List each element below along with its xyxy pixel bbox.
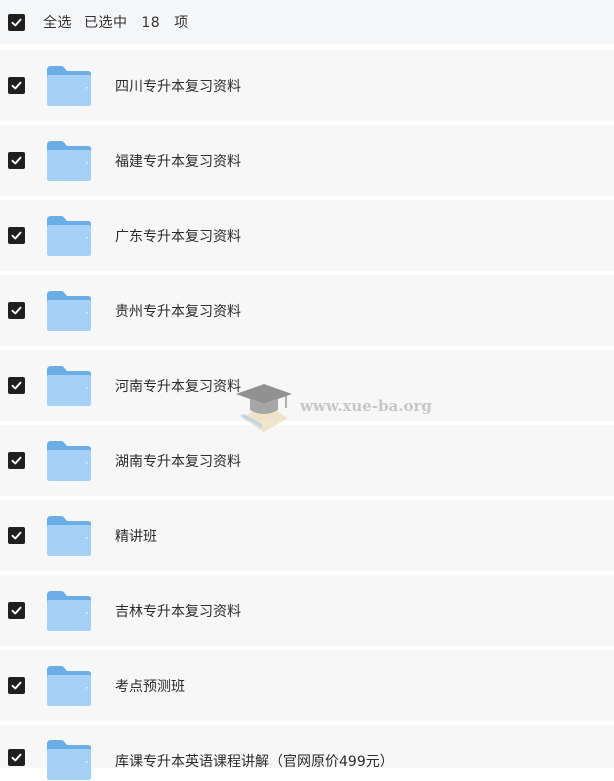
folder-icon bbox=[46, 365, 92, 407]
row-checkbox[interactable] bbox=[8, 302, 25, 319]
folder-icon bbox=[46, 215, 92, 257]
checkmark-icon bbox=[11, 381, 22, 390]
checkmark-icon bbox=[11, 306, 22, 315]
selected-count-text: 已选中 18 项 bbox=[84, 15, 189, 31]
folder-row[interactable]: 考点预测班 bbox=[0, 650, 614, 721]
row-checkbox[interactable] bbox=[8, 77, 25, 94]
folder-row[interactable]: 吉林专升本复习资料 bbox=[0, 575, 614, 646]
folder-name[interactable]: 河南专升本复习资料 bbox=[115, 376, 241, 396]
folder-row[interactable]: 福建专升本复习资料 bbox=[0, 125, 614, 196]
folder-icon bbox=[46, 590, 92, 632]
row-checkbox[interactable] bbox=[8, 749, 25, 766]
folder-row[interactable]: 湖南专升本复习资料 bbox=[0, 425, 614, 496]
checkmark-icon bbox=[11, 231, 22, 240]
folder-name[interactable]: 四川专升本复习资料 bbox=[115, 76, 241, 96]
folder-name[interactable]: 广东专升本复习资料 bbox=[115, 226, 241, 246]
folder-name[interactable]: 贵州专升本复习资料 bbox=[115, 301, 241, 321]
folder-row[interactable]: 精讲班 bbox=[0, 500, 614, 571]
folder-row[interactable]: 四川专升本复习资料 bbox=[0, 50, 614, 121]
folder-icon bbox=[46, 440, 92, 482]
checkmark-icon bbox=[11, 681, 22, 690]
checkmark-icon bbox=[11, 18, 22, 26]
folder-icon bbox=[46, 739, 92, 781]
folder-icon bbox=[46, 515, 92, 557]
row-checkbox[interactable] bbox=[8, 377, 25, 394]
checkmark-icon bbox=[11, 531, 22, 540]
folder-name[interactable]: 福建专升本复习资料 bbox=[115, 151, 241, 171]
folder-row[interactable]: 河南专升本复习资料 bbox=[0, 350, 614, 421]
checkmark-icon bbox=[11, 156, 22, 165]
folder-name[interactable]: 湖南专升本复习资料 bbox=[115, 451, 241, 471]
folder-name[interactable]: 吉林专升本复习资料 bbox=[115, 601, 241, 621]
folder-name[interactable]: 考点预测班 bbox=[115, 676, 185, 696]
row-checkbox[interactable] bbox=[8, 152, 25, 169]
checkmark-icon bbox=[11, 753, 22, 762]
row-checkbox[interactable] bbox=[8, 602, 25, 619]
folder-icon bbox=[46, 290, 92, 332]
folder-icon bbox=[46, 65, 92, 107]
folder-icon bbox=[46, 665, 92, 707]
checkmark-icon bbox=[11, 456, 22, 465]
selection-header: 全选 已选中 18 项 bbox=[0, 0, 614, 44]
folder-row[interactable]: 贵州专升本复习资料 bbox=[0, 275, 614, 346]
select-all-checkbox[interactable] bbox=[8, 13, 25, 31]
checkmark-icon bbox=[11, 606, 22, 615]
folder-name[interactable]: 库课专升本英语课程讲解（官网原价499元） bbox=[115, 751, 394, 771]
checkmark-icon bbox=[11, 81, 22, 90]
row-checkbox[interactable] bbox=[8, 452, 25, 469]
row-checkbox[interactable] bbox=[8, 677, 25, 694]
folder-icon bbox=[46, 140, 92, 182]
select-all-label[interactable]: 全选 bbox=[43, 12, 72, 32]
folder-row[interactable]: 广东专升本复习资料 bbox=[0, 200, 614, 271]
row-checkbox[interactable] bbox=[8, 527, 25, 544]
folder-row[interactable]: 库课专升本英语课程讲解（官网原价499元） bbox=[0, 725, 614, 780]
row-checkbox[interactable] bbox=[8, 227, 25, 244]
folder-name[interactable]: 精讲班 bbox=[115, 526, 157, 546]
